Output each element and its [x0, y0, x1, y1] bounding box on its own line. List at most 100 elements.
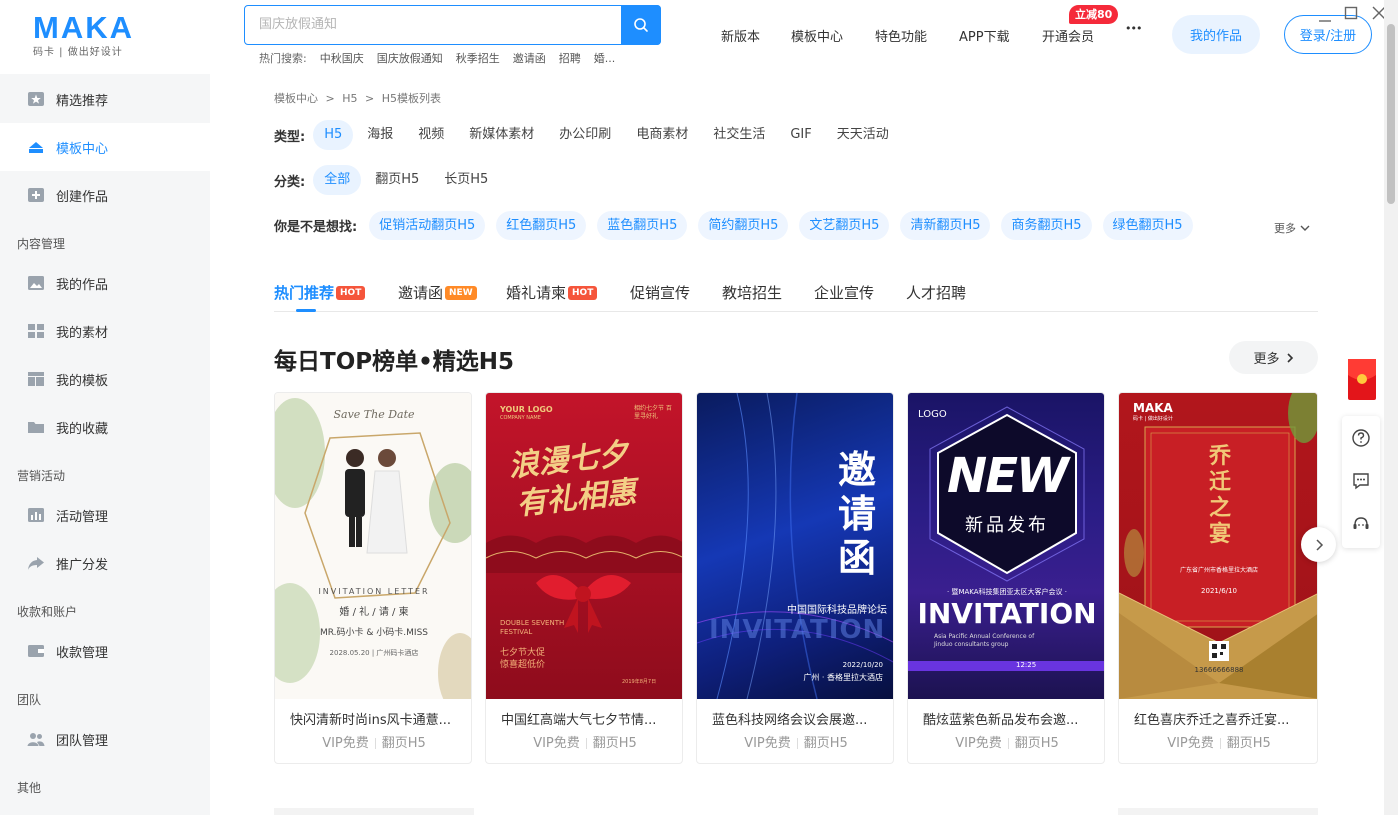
card-meta: VIP免费 翻页H5 [1119, 732, 1317, 751]
minimize-icon[interactable] [1318, 10, 1332, 24]
suggestion-chip[interactable]: 红色翻页H5 [496, 211, 587, 240]
search-input[interactable] [259, 6, 619, 43]
hot-keyword[interactable]: 国庆放假通知 [377, 50, 443, 66]
tab-label: 邀请函 [398, 284, 444, 302]
sidebar-item-my-assets[interactable]: 我的素材 [0, 307, 210, 355]
sidebar-item-my-favorites[interactable]: 我的收藏 [0, 403, 210, 451]
card-vip-label: VIP免费 [955, 736, 1002, 751]
sidebar-item-create[interactable]: 创建作品 [0, 171, 210, 219]
suggestion-chip[interactable]: 文艺翻页H5 [799, 211, 890, 240]
tab-label: 热门推荐 [274, 284, 335, 302]
nav-membership[interactable]: 开通会员 [1042, 26, 1094, 45]
type-chip[interactable]: 电商素材 [625, 120, 699, 150]
tab-wedding[interactable]: 婚礼请柬 HOT [506, 282, 598, 303]
card-artwork-text: DOUBLE SEVENTH FESTIVAL [500, 619, 565, 636]
maximize-icon[interactable] [1344, 6, 1358, 20]
breadcrumb: 模板中心 > H5 > H5模板列表 [274, 90, 441, 106]
hot-keyword[interactable]: 秋季招生 [456, 50, 500, 66]
sidebar-item-template-center[interactable]: 模板中心 [0, 123, 210, 171]
breadcrumb-item[interactable]: 模板中心 [274, 92, 318, 105]
layout-icon [28, 372, 44, 386]
hot-keyword[interactable]: 招聘 [559, 50, 581, 66]
card-title: 快闪清新时尚ins风卡通薏... [290, 713, 452, 728]
card-artwork-text: COMPANY NAME [500, 415, 541, 421]
more-menu-icon[interactable]: ••• [1125, 22, 1142, 35]
type-chip[interactable]: 视频 [407, 120, 455, 150]
image-icon [28, 276, 44, 290]
suggestion-row: 你是不是想找: 促销活动翻页H5 红色翻页H5 蓝色翻页H5 简约翻页H5 文艺… [274, 211, 1204, 240]
hot-keyword[interactable]: 中秋国庆 [320, 50, 364, 66]
hot-keyword[interactable]: 婚... [594, 50, 616, 66]
category-chip[interactable]: 长页H5 [433, 165, 499, 195]
template-card[interactable]: 邀请函 中国国际科技品牌论坛 INVITATION 2022/10/20 广州 … [696, 392, 894, 764]
category-chip-all[interactable]: 全部 [313, 165, 362, 195]
breadcrumb-item[interactable]: H5 [342, 92, 357, 105]
card-kind-label: 翻页H5 [803, 736, 848, 751]
sidebar-group-marketing: 营销活动 [17, 469, 66, 483]
chat-icon[interactable] [1351, 471, 1371, 491]
page-scrollbar[interactable] [1384, 0, 1398, 815]
floating-tool-panel [1342, 416, 1380, 548]
card-artwork-text: 2022/10/20 [842, 661, 883, 669]
red-envelope-widget[interactable] [1348, 359, 1376, 400]
search-bar [244, 5, 661, 45]
card-artwork-text: 13666666888 [1194, 666, 1244, 674]
suggestion-chip[interactable]: 绿色翻页H5 [1102, 211, 1193, 240]
suggestion-chip[interactable]: 商务翻页H5 [1001, 211, 1092, 240]
section-more-button[interactable]: 更多 [1229, 341, 1318, 374]
nav-app-download[interactable]: APP下载 [959, 26, 1010, 45]
category-chip[interactable]: 翻页H5 [364, 165, 430, 195]
type-chip[interactable]: 办公印刷 [548, 120, 622, 150]
type-chip[interactable]: 天天活动 [826, 120, 900, 150]
search-icon [634, 18, 648, 32]
carousel-next-button[interactable] [1301, 527, 1336, 562]
hot-keyword[interactable]: 邀请函 [513, 50, 546, 66]
my-works-button[interactable]: 我的作品 [1172, 15, 1260, 54]
nav-template-center[interactable]: 模板中心 [791, 26, 843, 45]
tab-promotion[interactable]: 促销宣传 [630, 282, 690, 303]
template-card[interactable]: YOUR LOGO COMPANY NAME 相约七夕节 百里寻好礼 浪漫七夕 … [485, 392, 683, 764]
scrollbar-thumb[interactable] [1387, 24, 1395, 204]
sidebar-item-team[interactable]: 团队管理 [0, 715, 210, 763]
tab-corporate[interactable]: 企业宣传 [814, 282, 874, 303]
suggestion-chip[interactable]: 蓝色翻页H5 [597, 211, 688, 240]
suggestion-chip[interactable]: 清新翻页H5 [900, 211, 991, 240]
sidebar-group-content: 内容管理 [17, 237, 66, 251]
sidebar-item-label: 团队管理 [56, 733, 109, 749]
sidebar-item-payment[interactable]: 收款管理 [0, 627, 210, 675]
sidebar-item-activity[interactable]: 活动管理 [0, 491, 210, 539]
customer-service-icon[interactable] [1351, 514, 1371, 534]
type-chip[interactable]: 海报 [356, 120, 404, 150]
more-label: 更多 [1274, 222, 1296, 235]
tab-hot[interactable]: 热门推荐 HOT [274, 282, 366, 303]
suggestion-chip[interactable]: 简约翻页H5 [698, 211, 789, 240]
tab-education[interactable]: 教培招生 [722, 282, 782, 303]
active-tab-indicator [296, 309, 316, 312]
card-vip-label: VIP免费 [322, 736, 369, 751]
type-chip[interactable]: 社交生活 [702, 120, 776, 150]
search-button[interactable] [621, 5, 661, 45]
nav-new-version[interactable]: 新版本 [721, 26, 760, 45]
card-artwork-text: 码卡 | 做出好设计 [1133, 416, 1173, 422]
nav-features[interactable]: 特色功能 [875, 26, 927, 45]
sidebar-item-promote[interactable]: 推广分发 [0, 539, 210, 587]
card-vip-label: VIP免费 [533, 736, 580, 751]
sidebar-item-label: 精选推荐 [56, 93, 109, 109]
template-card[interactable]: Save The Date INVITATION LETTER 婚 / 礼 / … [274, 392, 472, 764]
sidebar-item-my-works[interactable]: 我的作品 [0, 259, 210, 307]
tab-invitation[interactable]: 邀请函 NEW [398, 282, 477, 303]
sidebar-item-featured[interactable]: 精选推荐 [0, 75, 210, 123]
sidebar-item-my-templates[interactable]: 我的模板 [0, 355, 210, 403]
tab-recruitment[interactable]: 人才招聘 [906, 282, 966, 303]
help-icon[interactable] [1351, 428, 1371, 448]
maka-logo[interactable]: MAKA 码卡 | 做出好设计 [33, 12, 134, 59]
type-chip[interactable]: GIF [779, 120, 822, 150]
category-filter-row: 分类: 全部 翻页H5 长页H5 [274, 165, 502, 195]
card-artwork-text: 新品发布 [965, 515, 1049, 536]
template-card[interactable]: LOGO NEW 新品发布 · 暨MAKA科技集团亚太区大客户会议 · INVI… [907, 392, 1105, 764]
type-chip-h5[interactable]: H5 [313, 120, 354, 150]
suggestion-chip[interactable]: 促销活动翻页H5 [369, 211, 486, 240]
type-chip[interactable]: 新媒体素材 [458, 120, 545, 150]
template-card[interactable]: MAKA 码卡 | 做出好设计 乔迁之宴 广东省广州市香格里拉大酒店 2021/… [1118, 392, 1318, 764]
suggestion-more-button[interactable]: 更多 [1274, 220, 1310, 236]
